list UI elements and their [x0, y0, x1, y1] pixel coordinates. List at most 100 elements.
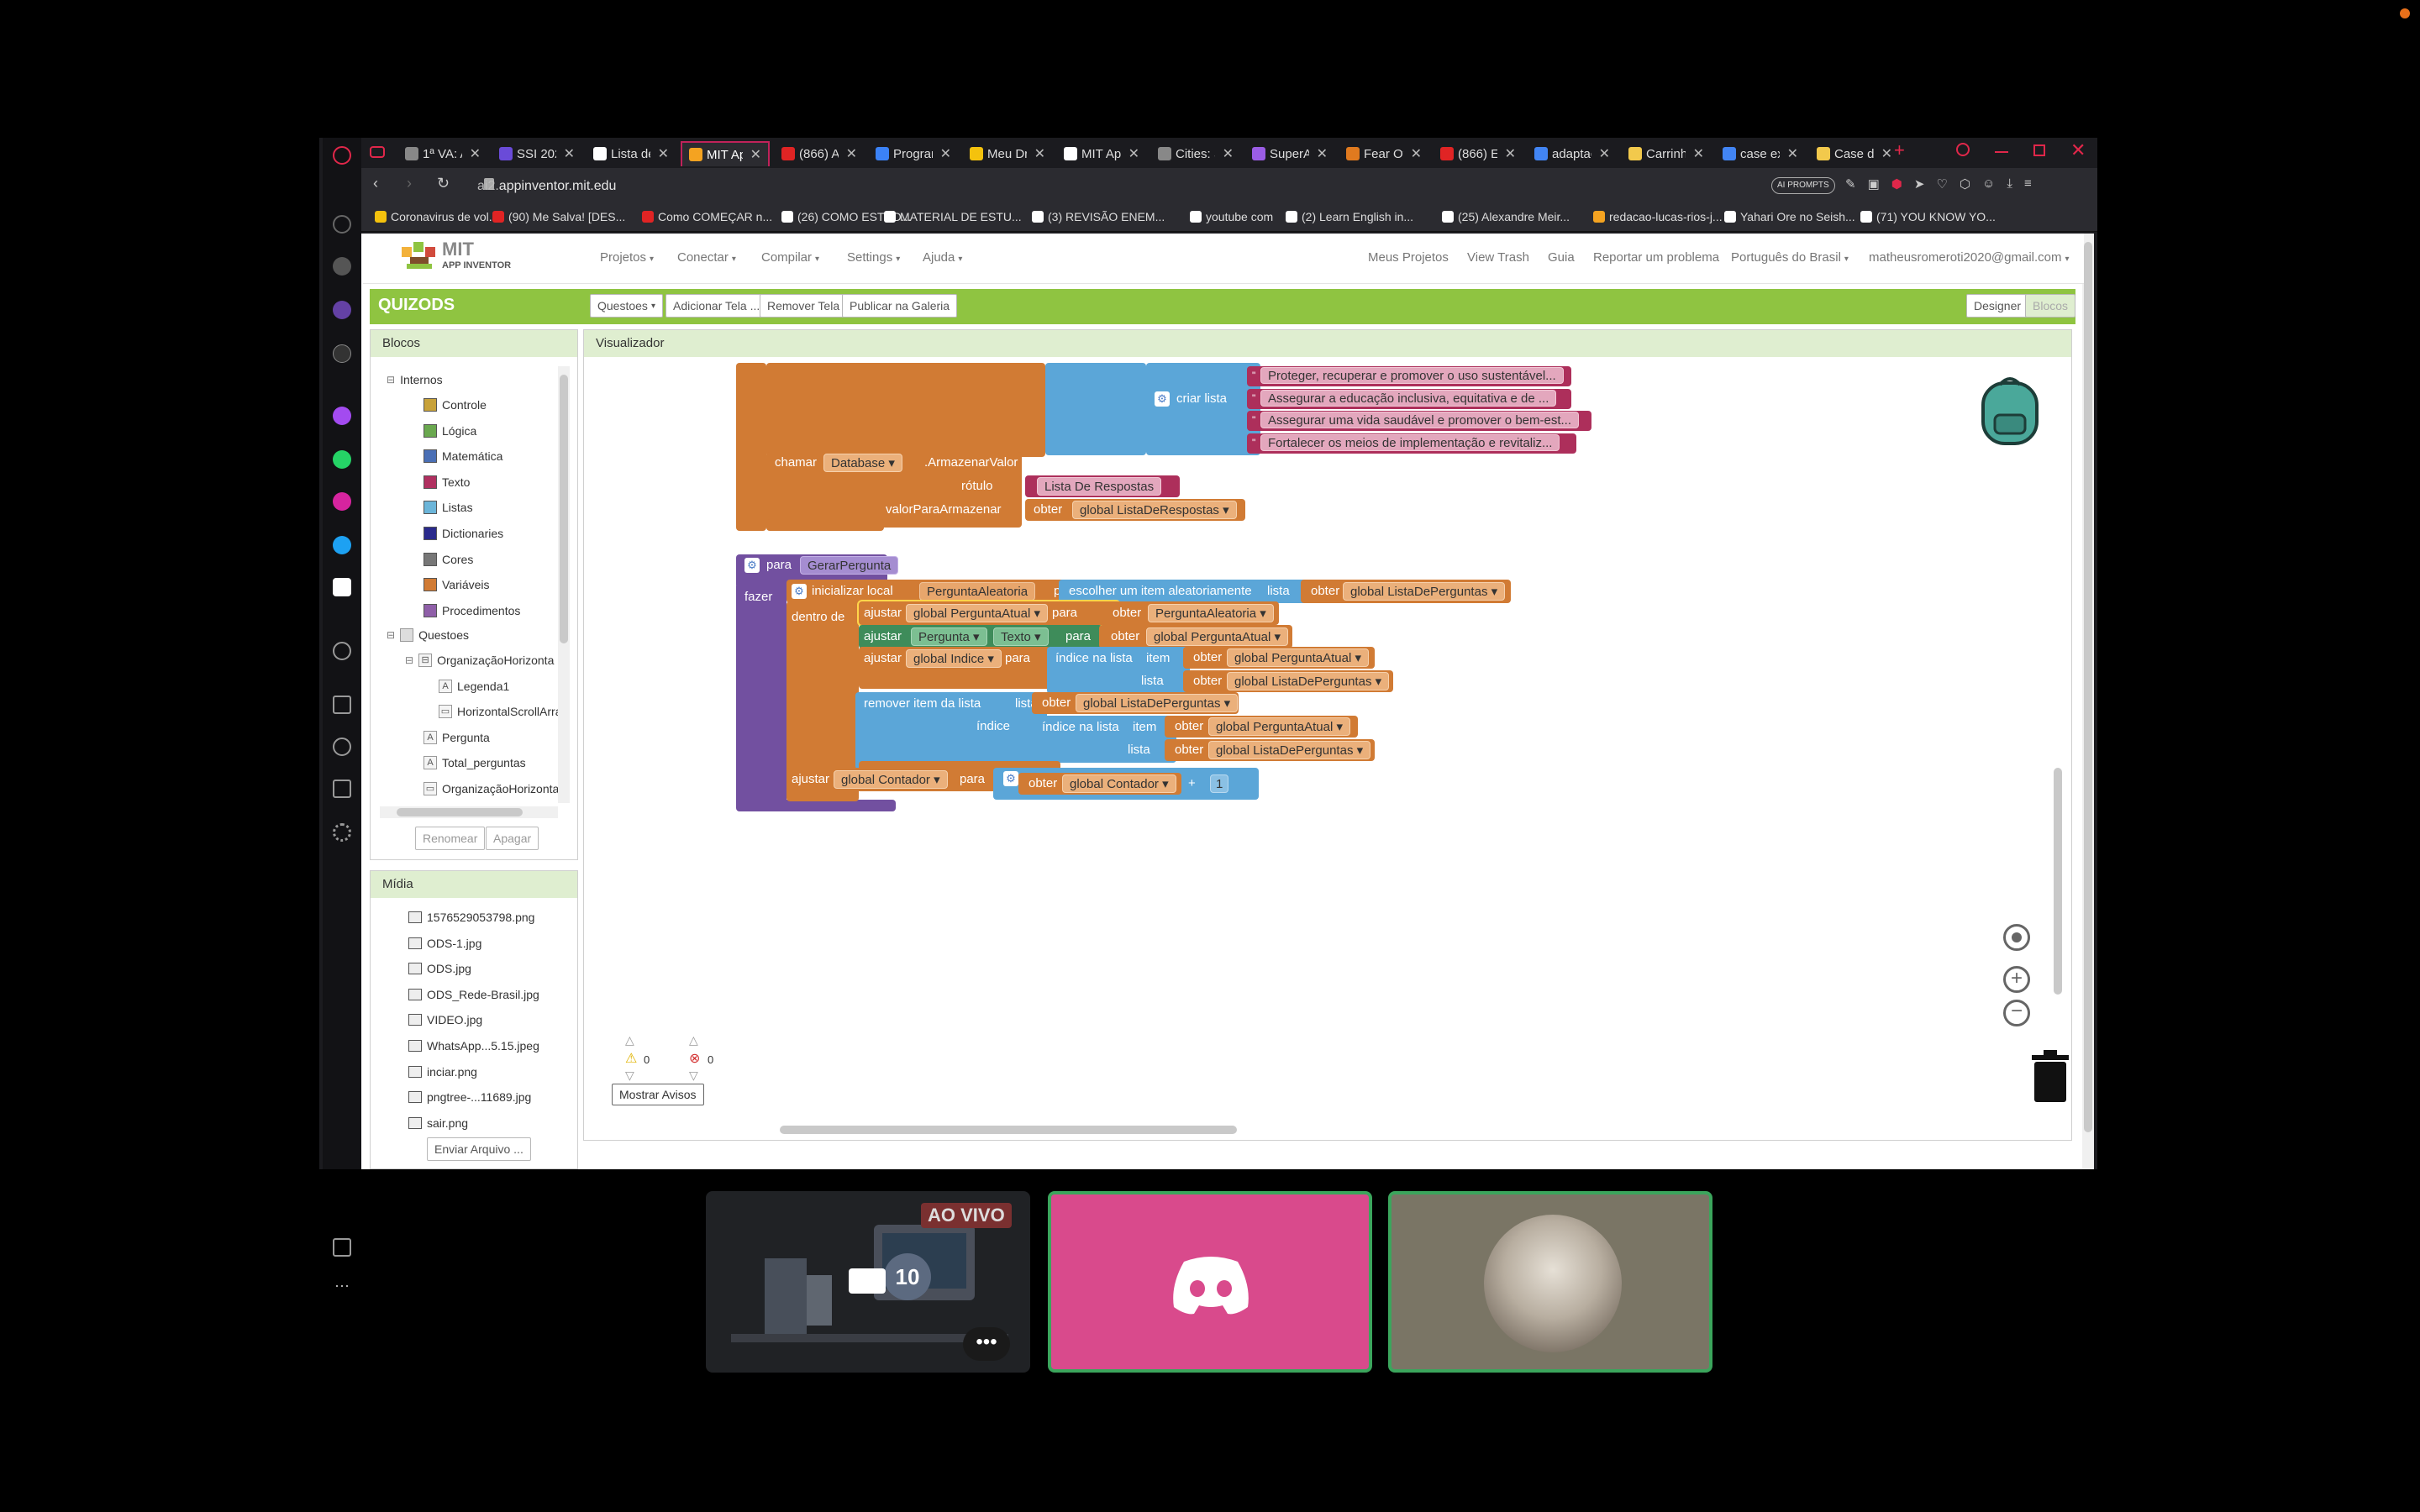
menu-icon[interactable]: ≡ — [2024, 176, 2032, 193]
tab-1[interactable]: SSI 202 ✕ — [492, 141, 581, 166]
bookmark-item[interactable]: redacao-lucas-rios-j... — [1593, 210, 1723, 223]
media-file-3[interactable]: ODS_Rede-Brasil.jpg — [408, 988, 539, 1001]
media-file-7[interactable]: pngtree-...11689.jpg — [408, 1090, 531, 1104]
blocks-workspace[interactable]: ⚙ criar lista " Proteger, recuperar e pro… — [588, 363, 2067, 1136]
indice-na-lista-block[interactable]: índice na lista item lista — [1047, 647, 1190, 694]
error-up-icon[interactable]: △ — [689, 1033, 698, 1047]
rotulo-value[interactable]: Lista De Respostas — [1037, 477, 1162, 496]
obter-aleatoria-block[interactable]: obter PerguntaAleatoria ▾ — [1101, 601, 1279, 625]
twitch-icon[interactable] — [333, 301, 351, 319]
media-file-5[interactable]: WhatsApp...5.15.jpeg — [408, 1039, 539, 1053]
instagram-app-icon[interactable] — [333, 492, 351, 511]
close-tab-icon[interactable]: ✕ — [940, 145, 951, 162]
perguntas-dropdown-3[interactable]: global ListaDePerguntas ▾ — [1076, 694, 1239, 712]
reload-icon[interactable]: ↻ — [437, 175, 450, 192]
right-menu-1[interactable]: View Trash — [1467, 250, 1529, 265]
download-icon[interactable]: ⤓ — [2007, 176, 2012, 193]
media-file-0[interactable]: 1576529053798.png — [408, 911, 534, 924]
media-file-2[interactable]: ODS.jpg — [408, 962, 471, 975]
collapse-icon[interactable]: ⊟ — [405, 654, 413, 666]
cube-icon[interactable]: ⬡ — [1960, 176, 1970, 193]
bookmark-item[interactable]: (3) REVISÃO ENEM... — [1032, 210, 1165, 223]
tab-12[interactable]: adaptac ✕ — [1528, 141, 1617, 166]
right-menu-3[interactable]: Reportar um problema — [1593, 250, 1719, 265]
close-tab-icon[interactable]: ✕ — [1693, 145, 1704, 162]
adblock-icon[interactable]: ⬢ — [1891, 176, 1902, 193]
close-tab-icon[interactable]: ✕ — [1505, 145, 1516, 162]
history-icon[interactable] — [333, 738, 351, 756]
zoom-out-icon[interactable]: − — [2003, 1000, 2030, 1026]
restore-icon[interactable] — [2033, 144, 2045, 156]
gear-icon[interactable]: ⚙ — [1155, 391, 1170, 407]
edit-icon[interactable] — [333, 696, 351, 714]
share-icon[interactable]: ✎ — [1845, 176, 1856, 193]
discord-side-icon[interactable] — [333, 578, 351, 596]
list-item-string-block[interactable]: " Proteger, recuperar e promover o uso su… — [1247, 366, 1571, 386]
media-file-1[interactable]: ODS-1.jpg — [408, 937, 481, 950]
opera-logo-icon[interactable] — [333, 146, 351, 165]
close-tab-icon[interactable]: ✕ — [470, 145, 481, 162]
close-tab-icon[interactable]: ✕ — [846, 145, 857, 162]
list-item-string-block[interactable]: " Fortalecer os meios de implementação e … — [1247, 433, 1576, 454]
close-window-icon[interactable]: ✕ — [2070, 139, 2086, 161]
page-scrollbar[interactable] — [2082, 234, 2094, 1169]
tree-builtin-3[interactable]: Texto — [424, 475, 470, 489]
close-tab-icon[interactable]: ✕ — [1881, 145, 1892, 162]
perguntas-dropdown-4[interactable]: global ListaDePerguntas ▾ — [1208, 741, 1371, 759]
right-menu-5[interactable]: matheusromeroti2020@gmail.com ▾ — [1869, 250, 2070, 265]
perguntas-dropdown-2[interactable]: global ListaDePerguntas ▾ — [1227, 672, 1390, 690]
tree-builtin-5[interactable]: Dictionaries — [424, 527, 503, 540]
tree-builtin-7[interactable]: Variáveis — [424, 578, 490, 592]
list-item-text[interactable]: Fortalecer os meios de implementação e r… — [1260, 433, 1560, 451]
menu-2[interactable]: Compilar ▾ — [761, 250, 819, 265]
minimize-icon[interactable] — [1995, 151, 2008, 153]
bookmark-item[interactable]: (71) YOU KNOW YO... — [1860, 210, 1996, 223]
close-tab-icon[interactable]: ✕ — [1034, 145, 1045, 162]
tab-15[interactable]: Case de ✕ — [1810, 141, 1899, 166]
profile-icon[interactable]: ☺ — [1982, 176, 1995, 193]
twitter-icon[interactable] — [333, 536, 351, 554]
tree-builtin-8[interactable]: Procedimentos — [424, 603, 520, 617]
tab-14[interactable]: case ex ✕ — [1716, 141, 1805, 166]
aleatoria-dropdown[interactable]: PerguntaAleatoria ▾ — [1148, 604, 1274, 622]
close-tab-icon[interactable]: ✕ — [1317, 145, 1328, 162]
gear-icon[interactable]: ⚙ — [744, 558, 760, 573]
bookmark-item[interactable]: Coronavirus de vol... — [375, 210, 498, 223]
gear-icon[interactable]: ⚙ — [1003, 771, 1018, 786]
blocks-button[interactable]: Blocos — [2025, 294, 2076, 318]
screen-button-1[interactable]: Adicionar Tela ... — [666, 294, 768, 318]
extensions-icon[interactable] — [333, 1238, 351, 1257]
error-down-icon[interactable]: ▽ — [689, 1068, 698, 1083]
upper-blue-block[interactable] — [1045, 363, 1146, 455]
delete-button[interactable]: Apagar — [486, 827, 539, 850]
screen-button-3[interactable]: Publicar na Galeria — [842, 294, 958, 318]
tree-builtin-6[interactable]: Cores — [424, 552, 473, 566]
respostas-dropdown[interactable]: global ListaDeRespostas ▾ — [1072, 501, 1237, 519]
tree-builtin-1[interactable]: Lógica — [424, 423, 476, 438]
obter-contador-block[interactable]: obter global Contador ▾ — [1018, 773, 1181, 795]
list-item-string-block[interactable]: " Assegurar a educação inclusiva, equitat… — [1247, 388, 1571, 409]
tree-builtin-0[interactable]: Controle — [424, 398, 487, 412]
close-tab-icon[interactable]: ✕ — [1128, 145, 1139, 162]
rename-button[interactable]: Renomear — [415, 827, 486, 850]
indice-na-lista-block-2[interactable]: índice na lista item lista — [1034, 716, 1176, 763]
tree-screen[interactable]: ⊟ Questoes — [387, 628, 469, 642]
trash-icon[interactable] — [2030, 1050, 2070, 1104]
tree-builtin-4[interactable]: Listas — [424, 501, 473, 515]
list-item-text[interactable]: Proteger, recuperar e promover o uso sus… — [1260, 367, 1564, 384]
pergunta-component-dropdown[interactable]: Pergunta ▾ — [911, 627, 987, 646]
tree-scrollbar[interactable] — [558, 366, 570, 803]
tab-5[interactable]: Program ✕ — [869, 141, 958, 166]
warning-down-icon[interactable]: ▽ — [625, 1068, 634, 1083]
atual-dropdown-3[interactable]: global PerguntaAtual ▾ — [1208, 717, 1350, 736]
show-warnings-button[interactable]: Mostrar Avisos — [612, 1084, 704, 1105]
tab-10[interactable]: Fear Of ✕ — [1339, 141, 1428, 166]
close-tab-icon[interactable]: ✕ — [750, 146, 761, 163]
obter-perguntas-block-3[interactable]: obter global ListaDePerguntas ▾ — [1032, 692, 1239, 714]
close-tab-icon[interactable]: ✕ — [658, 145, 669, 162]
upload-button[interactable]: Enviar Arquivo ... — [427, 1137, 531, 1161]
inicializar-block[interactable]: ⚙ inicializar local PerguntaAleatoria pa… — [786, 580, 1099, 603]
tab-8[interactable]: Cities: S ✕ — [1151, 141, 1240, 166]
remover-block[interactable]: remover item da lista lista índice — [855, 692, 1047, 769]
tab-13[interactable]: Carrinh ✕ — [1622, 141, 1711, 166]
